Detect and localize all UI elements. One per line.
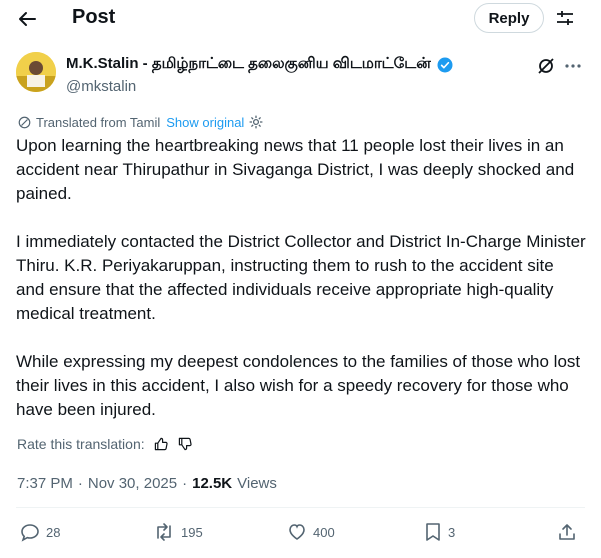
verified-badge-icon [437,57,453,72]
post-paragraph: Upon learning the heartbreaking news tha… [16,136,575,203]
translate-icon [18,116,31,128]
action-bar: 28 195 400 3 [0,520,601,548]
back-arrow-icon [19,12,36,26]
reply-button[interactable]: Reply [474,3,544,33]
bookmark-action[interactable]: 3 [424,522,455,542]
reply-count: 28 [46,524,61,540]
meta-separator: · [182,475,188,492]
post-paragraph: While expressing my deepest condolences … [16,352,581,419]
repost-action[interactable]: 195 [153,522,203,542]
top-bar: Post Reply [0,0,601,38]
post-date[interactable]: Nov 30, 2025 [88,475,177,492]
thumbs-down-icon[interactable] [177,436,193,452]
post-time[interactable]: 7:37 PM [17,475,73,492]
rate-translation: Rate this translation: [17,436,193,452]
back-button[interactable] [14,6,40,32]
thumbs-up-icon[interactable] [153,436,169,452]
more-icon [565,64,581,68]
like-count: 400 [313,524,335,540]
author-handle[interactable]: @mkstalin [66,78,136,95]
more-button[interactable] [563,56,583,76]
divider [16,507,585,508]
reply-icon [21,524,39,542]
share-action[interactable] [557,522,577,542]
repost-icon [157,523,171,541]
gear-icon[interactable] [248,114,264,130]
views-label: Views [237,475,277,492]
bookmark-icon [426,523,440,541]
translation-bar: Translated from Tamil Show original [17,114,264,130]
bookmark-count: 3 [448,524,456,540]
grok-icon [538,58,554,74]
grok-button[interactable] [536,56,556,76]
settings-button[interactable] [553,6,577,30]
meta-separator: · [77,475,83,492]
share-icon [559,524,575,540]
settings-icon [557,11,573,25]
like-action[interactable]: 400 [287,522,335,542]
author-name-row[interactable]: M.K.Stalin - தமிழ்நாட்டை தலைகுனிய விடமாட… [66,55,454,74]
translated-label: Translated from Tamil [36,114,161,130]
reply-action[interactable]: 28 [20,522,60,542]
repost-count: 195 [181,524,203,540]
avatar[interactable] [16,52,56,92]
page-title: Post [72,6,116,28]
show-original-link[interactable]: Show original [166,115,244,130]
author-name[interactable]: M.K.Stalin - தமிழ்நாட்டை தலைகுனிய விடமாட… [66,55,431,74]
rate-label: Rate this translation: [17,436,145,452]
post-text: Upon learning the heartbreaking news tha… [16,134,586,446]
like-icon [289,524,305,540]
views-count: 12.5K [192,475,233,492]
post-meta: 7:37 PM · Nov 30, 2025 · 12.5K Views [17,475,277,492]
post-paragraph: I immediately contacted the District Col… [16,232,586,323]
